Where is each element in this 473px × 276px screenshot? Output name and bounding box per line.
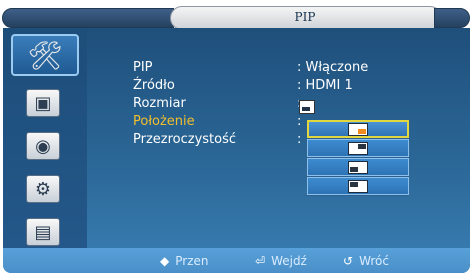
settings-icon: ⚙ bbox=[26, 175, 60, 203]
menu-label-size[interactable]: Rozmiar bbox=[133, 96, 186, 111]
menu-label-source[interactable]: Źródło bbox=[133, 78, 175, 93]
enter-icon: ⏎ bbox=[255, 254, 266, 268]
sidebar: 🛠 ▣ ◉ ⚙ ▤ bbox=[3, 28, 87, 250]
pip-top-left-icon bbox=[348, 179, 368, 193]
menu-value-source: : HDMI 1 bbox=[297, 78, 353, 93]
menu-label-transparency[interactable]: Przezroczystość bbox=[133, 132, 236, 147]
sidebar-item-input[interactable]: ▤ bbox=[17, 215, 69, 249]
menu-value-transparency: : bbox=[297, 132, 302, 147]
pip-bottom-left-icon bbox=[348, 160, 368, 174]
sidebar-item-sound[interactable]: ◉ bbox=[17, 129, 69, 163]
page-title: PIP bbox=[294, 10, 316, 24]
tools-icon: 🛠 bbox=[27, 38, 63, 72]
osd-frame: PIP 🛠 ▣ ◉ ⚙ ▤ PIP : Włączone Źródło : HD… bbox=[0, 0, 473, 276]
hint-move-label: Przen bbox=[175, 254, 209, 268]
menu-label-pip[interactable]: PIP bbox=[133, 60, 153, 75]
pip-bottom-right-icon bbox=[348, 122, 368, 136]
hint-move: ◆ Przen bbox=[160, 254, 208, 268]
sound-icon: ◉ bbox=[26, 132, 60, 160]
position-option-top-right[interactable] bbox=[307, 139, 409, 157]
hint-return: ↺ Wróć bbox=[343, 254, 389, 268]
return-icon: ↺ bbox=[343, 254, 354, 268]
picture-icon: ▣ bbox=[26, 89, 60, 117]
input-icon: ▤ bbox=[26, 218, 60, 246]
sidebar-item-tools[interactable]: 🛠 bbox=[11, 34, 79, 76]
sidebar-item-picture[interactable]: ▣ bbox=[17, 86, 69, 120]
position-option-bottom-left[interactable] bbox=[307, 158, 409, 176]
hint-bar bbox=[3, 248, 470, 273]
position-option-bottom-right[interactable] bbox=[307, 120, 409, 138]
menu-value-position: : bbox=[297, 114, 302, 129]
position-option-top-left[interactable] bbox=[307, 177, 409, 195]
hint-return-label: Wróć bbox=[359, 254, 389, 268]
title-bar-left bbox=[2, 8, 174, 28]
hint-enter: ⏎ Wejdź bbox=[255, 254, 307, 268]
menu-value-pip: : Włączone bbox=[297, 60, 369, 75]
menu-label-position[interactable]: Położenie bbox=[133, 114, 195, 129]
move-arrows-icon: ◆ bbox=[160, 254, 170, 268]
sidebar-item-settings[interactable]: ⚙ bbox=[17, 172, 69, 206]
hint-enter-label: Wejdź bbox=[271, 254, 307, 268]
position-dropdown bbox=[307, 120, 409, 196]
title-bar: PIP bbox=[0, 4, 473, 30]
pip-top-right-icon bbox=[348, 141, 368, 155]
size-thumbnail-icon bbox=[299, 100, 315, 114]
